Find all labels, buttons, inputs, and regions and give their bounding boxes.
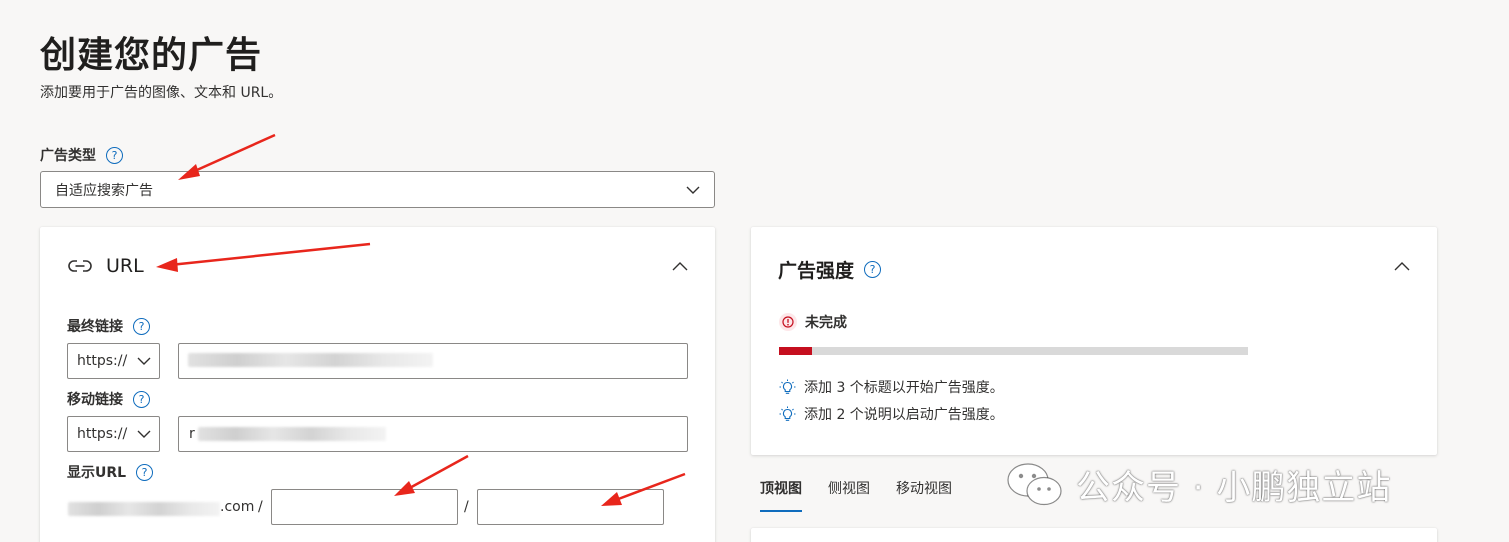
redacted-url xyxy=(198,427,386,441)
chevron-down-icon xyxy=(137,430,151,438)
final-url-label-row: 最终链接 ? xyxy=(67,316,150,336)
lightbulb-icon xyxy=(779,379,796,394)
ad-type-label: 广告类型 xyxy=(40,148,96,164)
chevron-down-icon xyxy=(137,357,151,365)
redacted-domain xyxy=(68,502,220,516)
final-url-label: 最终链接 xyxy=(67,319,123,335)
url-card-header[interactable]: URL xyxy=(68,255,144,277)
ad-preview-card xyxy=(751,528,1437,542)
mobile-url-value: r xyxy=(189,426,195,442)
question-circle-icon[interactable]: ? xyxy=(864,261,882,278)
chevron-up-icon[interactable] xyxy=(671,258,689,276)
ad-type-value: 自适应搜索广告 xyxy=(55,182,153,199)
display-url-path1-input[interactable] xyxy=(271,489,458,525)
ad-type-label-row: 广告类型 ? xyxy=(40,145,123,165)
mobile-url-label-row: 移动链接 ? xyxy=(67,389,150,409)
final-url-protocol: https:// xyxy=(77,353,128,369)
ad-strength-tip: 添加 2 个说明以启动广告强度。 xyxy=(779,404,1004,424)
ad-strength-progress-bar xyxy=(779,347,1248,355)
display-url-domain-suffix: .com xyxy=(220,499,255,515)
url-card-title: URL xyxy=(106,255,144,277)
ad-strength-status: 未完成 xyxy=(805,315,847,331)
chevron-up-icon[interactable] xyxy=(1393,258,1411,276)
question-circle-icon[interactable]: ? xyxy=(106,146,123,164)
display-url-label: 显示URL xyxy=(67,465,127,481)
question-circle-icon[interactable]: ? xyxy=(136,463,154,481)
mobile-url-protocol-select[interactable]: https:// xyxy=(67,416,160,452)
tab-side-view[interactable]: 侧视图 xyxy=(828,478,870,508)
tab-mobile-view[interactable]: 移动视图 xyxy=(896,478,952,508)
tab-top-view[interactable]: 顶视图 xyxy=(760,478,802,512)
url-card: URL 最终链接 ? https:// 移动链接 ? https:// r 显示… xyxy=(40,227,715,542)
ad-strength-card: 广告强度 ? 未完成 添加 3 个标题以开始广告强度。 添加 2 个说明以启动广… xyxy=(751,227,1437,455)
ad-strength-tip-text: 添加 2 个说明以启动广告强度。 xyxy=(804,407,1004,423)
ad-strength-tip-text: 添加 3 个标题以开始广告强度。 xyxy=(804,380,1004,396)
link-icon xyxy=(68,260,92,272)
ad-strength-header[interactable]: 广告强度 ? xyxy=(778,256,882,283)
chevron-down-icon xyxy=(686,186,700,194)
ad-strength-title: 广告强度 xyxy=(778,260,855,282)
watermark: 公众号 · 小鹏独立站 xyxy=(1006,460,1391,509)
watermark-text: 公众号 · 小鹏独立站 xyxy=(1076,468,1392,508)
error-circle-icon xyxy=(779,313,797,331)
mobile-url-label: 移动链接 xyxy=(67,392,123,408)
ad-strength-progress-fill xyxy=(779,347,812,355)
display-url-separator: / xyxy=(258,499,263,515)
display-url-separator: / xyxy=(464,499,469,515)
display-url-path2-input[interactable] xyxy=(477,489,664,525)
redacted-url xyxy=(188,353,433,367)
page-subtitle: 添加要用于广告的图像、文本和 URL。 xyxy=(40,85,283,101)
preview-tabs: 顶视图 侧视图 移动视图 xyxy=(760,478,952,512)
lightbulb-icon xyxy=(779,406,796,421)
question-circle-icon[interactable]: ? xyxy=(133,317,150,335)
final-url-protocol-select[interactable]: https:// xyxy=(67,343,160,379)
wechat-logo xyxy=(1007,462,1062,505)
display-url-label-row: 显示URL ? xyxy=(67,462,154,482)
ad-type-select[interactable]: 自适应搜索广告 xyxy=(40,171,715,208)
ad-strength-tip: 添加 3 个标题以开始广告强度。 xyxy=(779,377,1004,397)
mobile-url-protocol: https:// xyxy=(77,426,128,442)
question-circle-icon[interactable]: ? xyxy=(133,390,150,408)
page-title: 创建您的广告 xyxy=(40,35,263,76)
ad-strength-status-row: 未完成 xyxy=(779,312,847,332)
